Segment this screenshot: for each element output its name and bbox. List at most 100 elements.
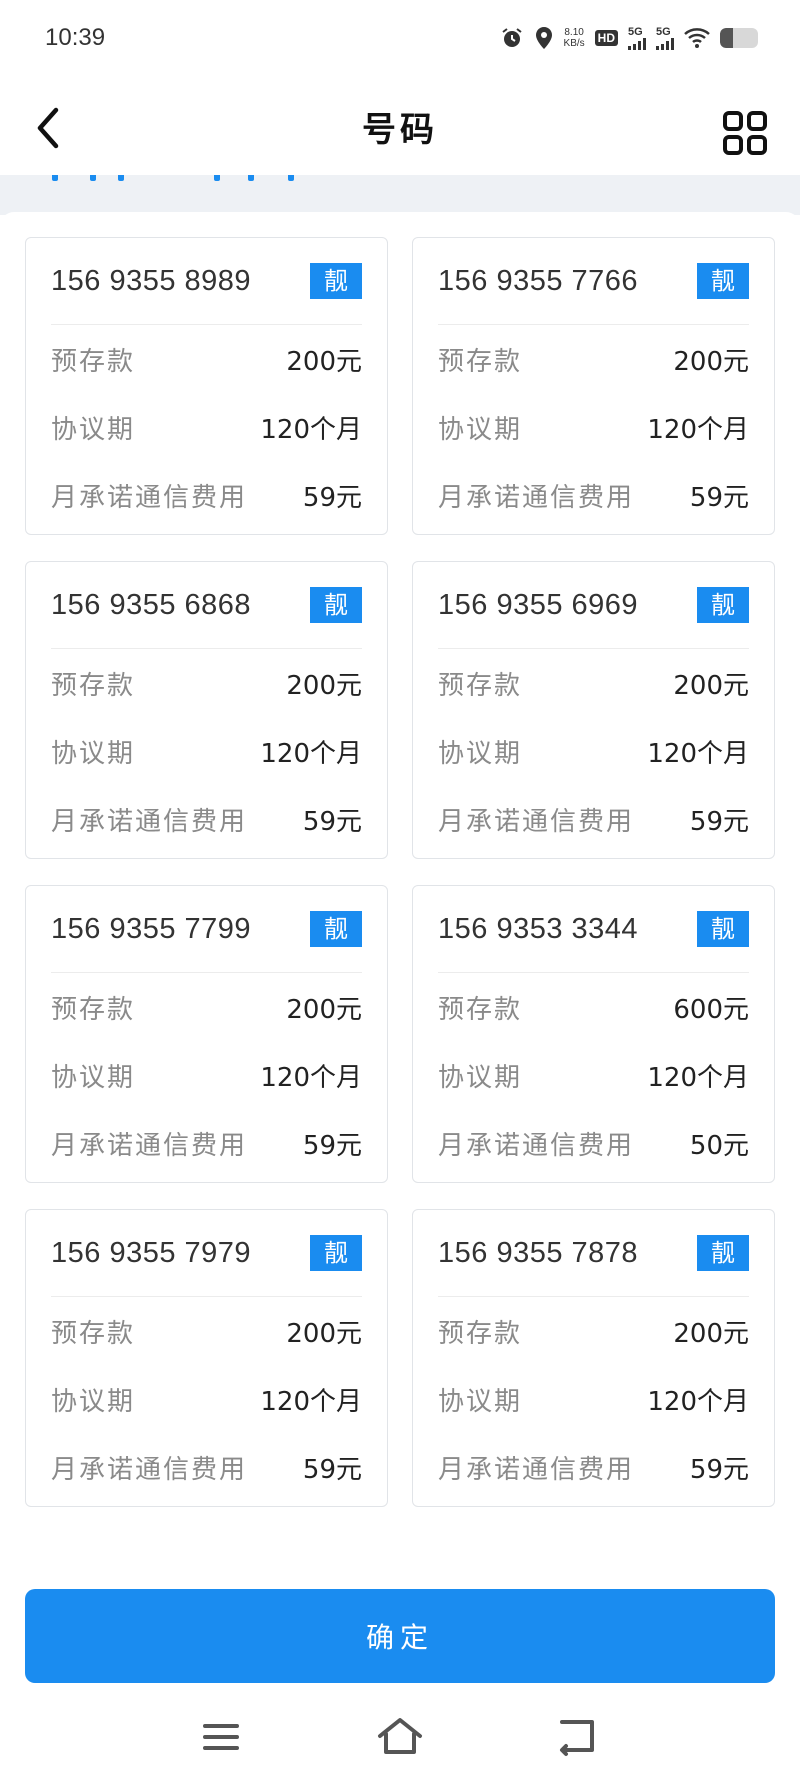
deposit-row: 预存款 600元: [438, 973, 749, 1041]
system-nav-bar: [0, 1700, 800, 1778]
term-value: 120个月: [260, 1062, 362, 1093]
deposit-value: 200元: [286, 1318, 362, 1349]
signal-2: 5G: [656, 26, 674, 50]
nav-header: 号码: [0, 80, 800, 175]
monthly-row: 月承诺通信费用 50元: [438, 1109, 749, 1177]
monthly-row: 月承诺通信费用 59元: [51, 1433, 362, 1501]
pretty-number-badge: 靓: [697, 263, 749, 299]
home-icon[interactable]: [374, 1714, 426, 1760]
term-label: 协议期: [51, 1386, 136, 1417]
card-header: 156 9355 8989 靓: [51, 238, 362, 325]
number-card[interactable]: 156 9355 7979 靓 预存款 200元 协议期 120个月 月承诺通信…: [25, 1209, 388, 1507]
deposit-label: 预存款: [51, 994, 136, 1025]
monthly-fee-label: 月承诺通信费用: [438, 1130, 635, 1161]
deposit-value: 200元: [286, 670, 362, 701]
monthly-fee-label: 月承诺通信费用: [51, 1454, 248, 1485]
number-card[interactable]: 156 9355 8989 靓 预存款 200元 协议期 120个月 月承诺通信…: [25, 237, 388, 535]
monthly-fee-value: 59元: [689, 1454, 749, 1485]
deposit-row: 预存款 200元: [51, 325, 362, 393]
card-header: 156 9355 6868 靓: [51, 562, 362, 649]
deposit-label: 预存款: [438, 994, 523, 1025]
battery-icon: [720, 28, 758, 48]
number-card[interactable]: 156 9355 7766 靓 预存款 200元 协议期 120个月 月承诺通信…: [412, 237, 775, 535]
phone-number: 156 9355 7878: [438, 1236, 639, 1269]
card-header: 156 9355 7878 靓: [438, 1210, 749, 1297]
deposit-label: 预存款: [438, 1318, 523, 1349]
monthly-fee-label: 月承诺通信费用: [438, 1454, 635, 1485]
pretty-number-badge: 靓: [310, 911, 362, 947]
monthly-row: 月承诺通信费用 59元: [51, 785, 362, 853]
term-value: 120个月: [647, 414, 749, 445]
term-value: 120个月: [260, 738, 362, 769]
deposit-label: 预存款: [438, 346, 523, 377]
phone-number: 156 9355 6969: [438, 588, 639, 621]
number-card[interactable]: 156 9353 3344 靓 预存款 600元 协议期 120个月 月承诺通信…: [412, 885, 775, 1183]
card-header: 156 9353 3344 靓: [438, 886, 749, 973]
pretty-number-badge: 靓: [310, 1235, 362, 1271]
hd-badge: HD: [594, 30, 618, 46]
phone-number: 156 9355 7766: [438, 264, 639, 297]
monthly-fee-value: 59元: [302, 806, 362, 837]
scrolled-filter-strip: [0, 175, 800, 215]
monthly-row: 月承诺通信费用 59元: [438, 461, 749, 529]
term-label: 协议期: [438, 738, 523, 769]
back-icon[interactable]: [552, 1714, 604, 1760]
deposit-value: 200元: [286, 346, 362, 377]
signal-bars-icon: [656, 37, 674, 50]
pretty-number-badge: 靓: [697, 911, 749, 947]
menu-icon[interactable]: [195, 1714, 247, 1760]
monthly-fee-label: 月承诺通信费用: [51, 806, 248, 837]
deposit-row: 预存款 200元: [438, 325, 749, 393]
number-list-panel: 156 9355 8989 靓 预存款 200元 协议期 120个月 月承诺通信…: [0, 212, 800, 1552]
grid-menu-button[interactable]: [722, 110, 768, 156]
deposit-value: 200元: [673, 1318, 749, 1349]
confirm-button[interactable]: 确定: [25, 1589, 775, 1683]
alarm-icon: [501, 28, 522, 47]
monthly-fee-value: 50元: [689, 1130, 749, 1161]
deposit-value: 200元: [286, 994, 362, 1025]
term-value: 120个月: [647, 1386, 749, 1417]
number-card[interactable]: 156 9355 6868 靓 预存款 200元 协议期 120个月 月承诺通信…: [25, 561, 388, 859]
deposit-label: 预存款: [51, 1318, 136, 1349]
number-card[interactable]: 156 9355 7878 靓 预存款 200元 协议期 120个月 月承诺通信…: [412, 1209, 775, 1507]
term-row: 协议期 120个月: [51, 1365, 362, 1433]
number-grid: 156 9355 8989 靓 预存款 200元 协议期 120个月 月承诺通信…: [25, 237, 775, 1507]
status-icons: 8.10 KB/s HD 5G 5G: [500, 26, 758, 50]
deposit-value: 200元: [673, 670, 749, 701]
term-row: 协议期 120个月: [51, 717, 362, 785]
monthly-fee-label: 月承诺通信费用: [438, 806, 635, 837]
monthly-fee-value: 59元: [689, 482, 749, 513]
phone-number: 156 9355 8989: [51, 264, 252, 297]
phone-number: 156 9355 7979: [51, 1236, 252, 1269]
grid-icon: [723, 111, 767, 155]
term-row: 协议期 120个月: [51, 393, 362, 461]
term-row: 协议期 120个月: [51, 1041, 362, 1109]
monthly-fee-value: 59元: [302, 482, 362, 513]
monthly-fee-label: 月承诺通信费用: [51, 1130, 248, 1161]
monthly-fee-label: 月承诺通信费用: [438, 482, 635, 513]
term-row: 协议期 120个月: [438, 1041, 749, 1109]
signal-1: 5G: [628, 26, 646, 50]
term-row: 协议期 120个月: [438, 393, 749, 461]
net-speed: 8.10 KB/s: [563, 27, 585, 49]
term-value: 120个月: [647, 738, 749, 769]
deposit-label: 预存款: [438, 670, 523, 701]
term-label: 协议期: [51, 1062, 136, 1093]
deposit-row: 预存款 200元: [438, 649, 749, 717]
term-value: 120个月: [260, 1386, 362, 1417]
wifi-icon: [684, 28, 710, 48]
number-card[interactable]: 156 9355 7799 靓 预存款 200元 协议期 120个月 月承诺通信…: [25, 885, 388, 1183]
status-bar: 10:39 8.10 KB/s HD 5G 5G: [0, 0, 800, 80]
phone-number: 156 9355 7799: [51, 912, 252, 945]
deposit-row: 预存款 200元: [51, 973, 362, 1041]
pretty-number-badge: 靓: [310, 263, 362, 299]
term-label: 协议期: [438, 1062, 523, 1093]
deposit-row: 预存款 200元: [51, 649, 362, 717]
number-card[interactable]: 156 9355 6969 靓 预存款 200元 协议期 120个月 月承诺通信…: [412, 561, 775, 859]
phone-number: 156 9353 3344: [438, 912, 639, 945]
deposit-value: 600元: [673, 994, 749, 1025]
monthly-fee-value: 59元: [302, 1454, 362, 1485]
location-icon: [535, 27, 552, 49]
term-label: 协议期: [51, 414, 136, 445]
card-header: 156 9355 6969 靓: [438, 562, 749, 649]
